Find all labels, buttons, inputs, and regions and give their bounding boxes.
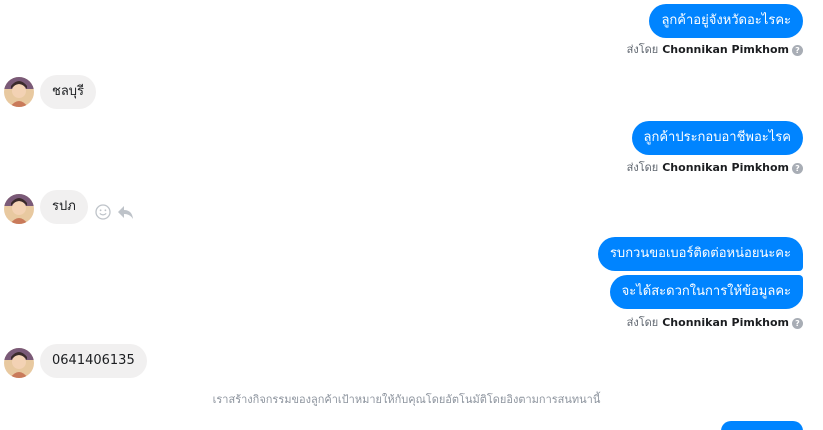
sender-name: Chonnikan Pimkhom <box>662 43 789 56</box>
reply-icon[interactable] <box>117 204 135 224</box>
info-icon[interactable]: ? <box>792 44 803 56</box>
sent-by-line: ส่งโดย Chonnikan Pimkhom ? <box>627 160 803 176</box>
avatar-icon[interactable] <box>4 348 34 378</box>
chat-thread: ลูกค้าอยู่จังหวัดอะไรคะ ส่งโดย Chonnikan… <box>0 0 823 430</box>
message-actions <box>95 204 135 224</box>
sent-by-label: ส่งโดย <box>626 161 659 174</box>
sent-by-label: ส่งโดย <box>626 43 659 56</box>
info-icon[interactable]: ? <box>792 162 803 174</box>
sent-by-line: ส่งโดย Chonnikan Pimkhom ? <box>627 42 803 58</box>
sender-name: Chonnikan Pimkhom <box>662 316 789 329</box>
incoming-message-bubble[interactable]: รปภ <box>40 190 88 224</box>
outgoing-message-bubble[interactable]: ลูกค้าประกอบอาชีพอะไรค <box>631 121 803 155</box>
outgoing-message-bubble[interactable]: รบกวนขอเบอร์ติดต่อหน่อยนะคะ <box>597 237 803 271</box>
avatar-icon[interactable] <box>4 194 34 224</box>
sent-by-label: ส่งโดย <box>626 316 659 329</box>
incoming-message-bubble[interactable]: ชลบุรี <box>40 75 97 109</box>
incoming-message-bubble[interactable]: 0641406135 <box>40 344 147 378</box>
sender-name: Chonnikan Pimkhom <box>662 161 789 174</box>
system-notice: เราสร้างกิจกรรมของลูกค้าเป้าหมายให้กับคุ… <box>212 393 601 406</box>
sent-by-line: ส่งโดย Chonnikan Pimkhom ? <box>627 315 803 331</box>
info-icon[interactable]: ? <box>792 317 803 329</box>
outgoing-message-bubble[interactable] <box>721 421 803 430</box>
outgoing-message-bubble[interactable]: ลูกค้าอยู่จังหวัดอะไรคะ <box>649 4 803 38</box>
outgoing-message-bubble[interactable]: จะได้สะดวกในการให้ข้อมูลคะ <box>609 275 803 309</box>
avatar-icon[interactable] <box>4 77 34 107</box>
smiley-icon[interactable] <box>95 204 111 224</box>
